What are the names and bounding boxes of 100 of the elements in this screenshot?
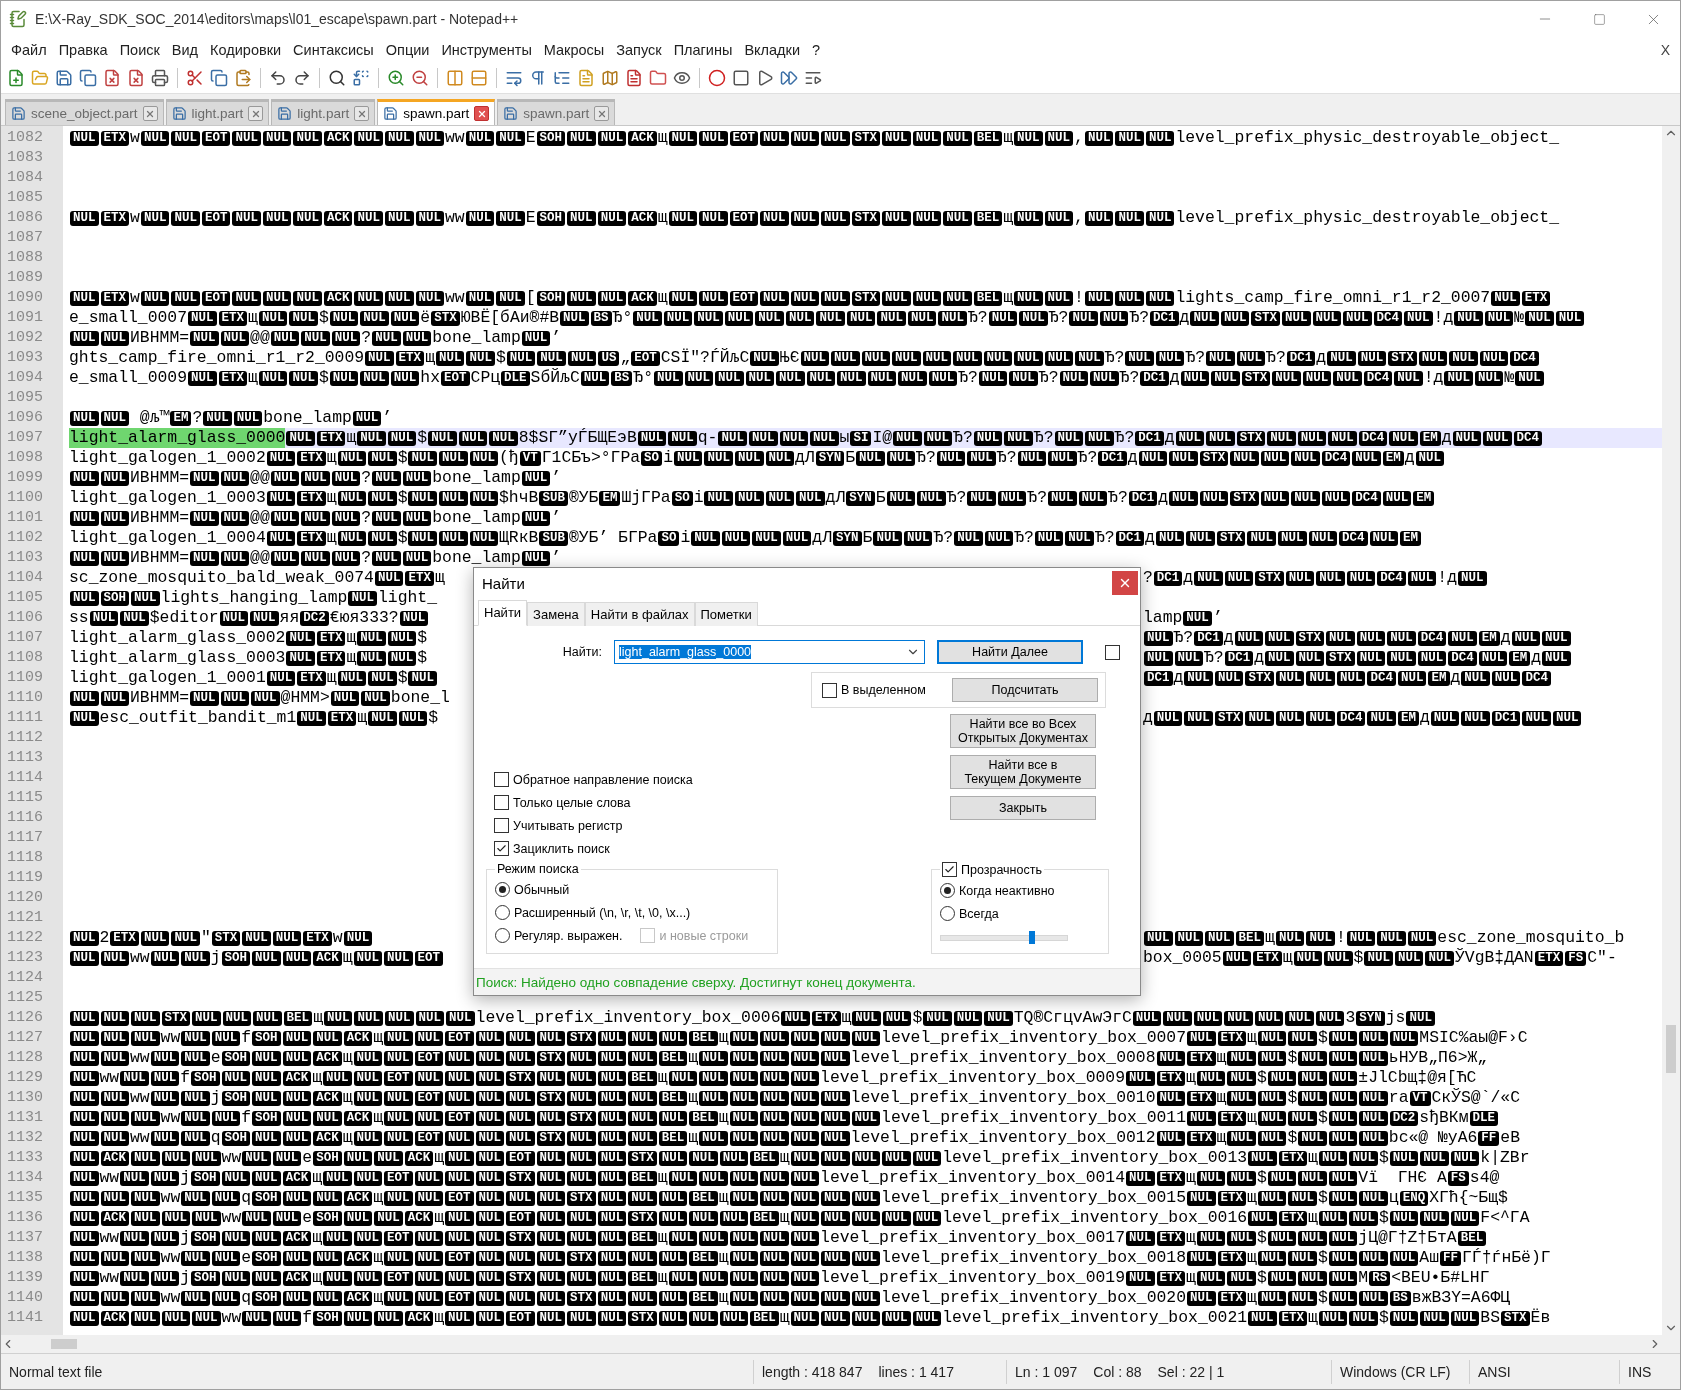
redo-icon[interactable] xyxy=(293,69,311,87)
menu-item[interactable]: Макросы xyxy=(537,42,611,58)
slider-thumb[interactable] xyxy=(1029,931,1036,944)
radio-button[interactable] xyxy=(495,882,510,897)
folder-icon[interactable] xyxy=(649,69,667,87)
action-button[interactable]: Закрыть xyxy=(950,796,1096,820)
scrollbar-thumb[interactable] xyxy=(51,1339,77,1349)
close-button[interactable] xyxy=(1112,571,1138,595)
scissors-icon[interactable] xyxy=(186,69,204,87)
printer-icon[interactable] xyxy=(151,69,169,87)
control-char: NUL xyxy=(374,570,404,586)
file-tab[interactable]: spawn.part xyxy=(497,99,616,125)
menu-item[interactable]: Плагины xyxy=(667,42,739,58)
find-next-button[interactable]: Найти Далее xyxy=(937,640,1083,664)
pilcrow-icon[interactable] xyxy=(529,69,547,87)
code-text: щ xyxy=(657,1228,668,1248)
file-tab[interactable]: light.part xyxy=(271,99,376,125)
radio-button[interactable] xyxy=(495,905,510,920)
copy-icon[interactable] xyxy=(210,69,228,87)
dialog-tab[interactable]: Найти в файлах xyxy=(584,602,695,626)
control-char: NUL xyxy=(597,1230,627,1246)
fast-forward-icon[interactable] xyxy=(780,69,798,87)
control-char: NUL xyxy=(790,1070,820,1086)
file-x-icon[interactable] xyxy=(103,69,121,87)
checkbox-label: Учитывать регистр xyxy=(513,818,623,833)
stop-icon[interactable] xyxy=(732,69,750,87)
columns-icon[interactable] xyxy=(446,69,464,87)
menu-item[interactable]: Правка xyxy=(52,42,114,58)
list-tree-icon[interactable] xyxy=(553,69,571,87)
control-char: NUL xyxy=(211,1290,241,1306)
close-tab-icon[interactable] xyxy=(142,106,158,121)
close-tab-icon[interactable] xyxy=(594,106,610,121)
close-tab-icon[interactable] xyxy=(248,106,264,121)
control-char: NUL xyxy=(282,1130,312,1146)
list-video-icon[interactable] xyxy=(804,69,822,87)
checkbox[interactable] xyxy=(494,841,509,856)
control-char: NUL xyxy=(414,1290,444,1306)
file-plus-icon[interactable] xyxy=(7,69,25,87)
control-char: NUL xyxy=(1318,1210,1348,1226)
undo-icon[interactable] xyxy=(269,69,287,87)
record-icon[interactable] xyxy=(708,69,726,87)
menu-item[interactable]: Запуск xyxy=(610,42,668,58)
dialog-tab[interactable]: Замена xyxy=(527,602,585,626)
checkbox[interactable] xyxy=(1105,644,1120,660)
menu-item[interactable]: Вкладки xyxy=(738,42,806,58)
control-char: NUL xyxy=(1389,1250,1419,1266)
action-button[interactable]: Найти все в Текущем Документе xyxy=(950,755,1096,789)
control-char: NUL xyxy=(597,130,627,146)
menu-item[interactable]: Инструменты xyxy=(435,42,538,58)
file-tab[interactable]: light.part xyxy=(165,99,270,125)
control-char: NUL xyxy=(258,370,288,386)
replace-icon[interactable] xyxy=(352,69,370,87)
radio-button[interactable] xyxy=(940,883,955,898)
radio-button[interactable] xyxy=(495,928,510,943)
zoom-in-icon[interactable] xyxy=(387,69,405,87)
file-tab[interactable]: spawn.part xyxy=(377,99,496,125)
eye-icon[interactable] xyxy=(673,69,691,87)
menu-item[interactable]: Файл xyxy=(5,42,53,58)
clipboard-icon[interactable] xyxy=(234,69,252,87)
action-button[interactable]: Найти все во Всех Открытых Документах xyxy=(950,714,1096,748)
control-char: NUL xyxy=(846,310,876,326)
checkbox[interactable] xyxy=(494,795,509,810)
copy-icon[interactable] xyxy=(79,69,97,87)
close-document-button[interactable]: X xyxy=(1660,42,1676,58)
map-icon[interactable] xyxy=(601,69,619,87)
play-icon[interactable] xyxy=(756,69,774,87)
search-icon[interactable] xyxy=(328,69,346,87)
menu-item[interactable]: Кодировки xyxy=(204,42,288,58)
code-text: $hчВ xyxy=(499,488,539,508)
checkbox[interactable] xyxy=(942,862,957,877)
count-button[interactable]: Подсчитать xyxy=(952,678,1098,702)
code-text: щ xyxy=(373,1248,383,1268)
scrollbar-thumb[interactable] xyxy=(1666,1025,1676,1073)
menu-item[interactable]: ? xyxy=(806,42,827,58)
code-text: Ђ? xyxy=(916,448,936,468)
dialog-tab[interactable]: Найти xyxy=(478,600,528,626)
save-icon[interactable] xyxy=(55,69,73,87)
search-field[interactable]: light_alarm_glass_0000 xyxy=(614,640,925,664)
close-tab-icon[interactable] xyxy=(474,106,490,121)
wrap-text-icon[interactable] xyxy=(505,69,523,87)
checkbox[interactable] xyxy=(494,818,509,833)
menu-item[interactable]: Синтаксисы xyxy=(287,42,380,58)
control-char: NUL xyxy=(1014,210,1043,226)
tab-label: spawn.part xyxy=(403,106,470,121)
file-text-icon[interactable] xyxy=(625,69,643,87)
menu-item[interactable]: Опции xyxy=(379,42,436,58)
checkbox[interactable] xyxy=(822,682,837,698)
file-tab[interactable]: scene_object.part xyxy=(5,99,164,125)
radio-button[interactable] xyxy=(940,906,955,921)
vertical-scrollbar[interactable] xyxy=(1662,126,1680,1335)
checkbox[interactable] xyxy=(494,772,509,787)
control-char: NUL xyxy=(851,1290,881,1306)
menu-item[interactable]: Вид xyxy=(165,42,205,58)
file-x-icon[interactable] xyxy=(127,69,145,87)
rows-icon[interactable] xyxy=(470,69,488,87)
menu-item[interactable]: Поиск xyxy=(113,42,166,58)
control-char: NUL xyxy=(1156,1130,1186,1146)
close-tab-icon[interactable] xyxy=(354,106,370,121)
dialog-tab[interactable]: Пометки xyxy=(694,602,758,626)
zoom-out-icon[interactable] xyxy=(411,69,429,87)
